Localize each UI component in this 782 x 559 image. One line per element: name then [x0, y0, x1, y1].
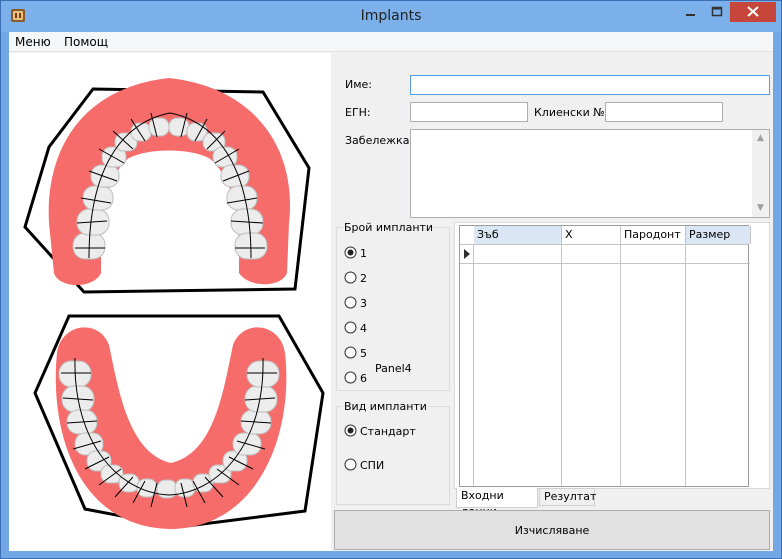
- radio-count-1[interactable]: [344, 246, 357, 259]
- radio-count-4-label[interactable]: 4: [360, 322, 367, 335]
- egn-label: ЕГН:: [345, 106, 371, 119]
- app-window: Implants Меню Помощ Име: ЕГН: Клиенски №…: [0, 0, 782, 559]
- upper-jaw[interactable]: [23, 78, 311, 294]
- jaw-diagram-panel: [9, 53, 331, 551]
- grid-col-divider: [561, 245, 562, 486]
- minimize-button[interactable]: [678, 1, 704, 22]
- patient-form-area: Име: ЕГН: Клиенски № Забележка: ▲ ▼ Брой…: [332, 53, 775, 551]
- grid-col-divider: [620, 245, 621, 486]
- implant-count-title: Брой импланти: [343, 221, 435, 234]
- window-title: Implants: [360, 8, 422, 24]
- table-row[interactable]: [460, 245, 750, 264]
- grid-header-row: Зъб X Пародонт Размер: [460, 226, 751, 245]
- name-label: Име:: [345, 78, 373, 91]
- close-button[interactable]: [730, 2, 776, 22]
- implant-type-title: Вид импланти: [343, 400, 428, 413]
- radio-count-5[interactable]: [344, 346, 357, 359]
- tab-input-data[interactable]: Входни данни: [456, 488, 538, 518]
- grid-col-divider: [685, 245, 686, 486]
- radio-type-spi-label[interactable]: СПИ: [360, 459, 384, 472]
- close-icon: [747, 6, 759, 17]
- egn-input[interactable]: [411, 103, 533, 121]
- grid-header-size[interactable]: Размер: [686, 226, 751, 244]
- note-scrollbar[interactable]: ▲ ▼: [752, 130, 769, 217]
- grid-col-divider: [473, 245, 474, 486]
- current-row-indicator-icon: [464, 249, 470, 259]
- radio-count-6-label[interactable]: 6: [360, 372, 367, 385]
- name-field[interactable]: [410, 75, 775, 95]
- name-input[interactable]: [411, 76, 775, 94]
- menu-item-menu[interactable]: Меню: [15, 35, 51, 49]
- grid-header-periodont[interactable]: Пародонт: [621, 226, 686, 244]
- radio-count-1-label[interactable]: 1: [360, 247, 367, 260]
- radio-count-4[interactable]: [344, 321, 357, 334]
- client-number-field[interactable]: [605, 102, 728, 122]
- scroll-down-icon[interactable]: ▼: [752, 200, 769, 217]
- maximize-button[interactable]: [704, 1, 730, 22]
- scroll-up-icon[interactable]: ▲: [752, 130, 769, 147]
- client-area: Меню Помощ Име: ЕГН: Клиенски № Забележк…: [9, 32, 775, 551]
- lower-jaw[interactable]: [33, 314, 325, 529]
- grid-corner-cell: [460, 226, 475, 244]
- note-field[interactable]: ▲ ▼: [410, 129, 770, 218]
- tab-page-input-data: Зъб X Пародонт Размер: [454, 222, 770, 489]
- menu-item-help[interactable]: Помощ: [64, 35, 108, 49]
- grid-header-x[interactable]: X: [562, 226, 621, 244]
- tab-result[interactable]: Резултат: [539, 488, 596, 506]
- implant-count-group: Брой импланти 1 2 3 4 5 6 Panel4: [336, 221, 450, 391]
- maximize-icon: [711, 6, 723, 17]
- client-number-input[interactable]: [606, 103, 728, 121]
- radio-count-3-label[interactable]: 3: [360, 297, 367, 310]
- menu-bar: Меню Помощ: [9, 32, 773, 52]
- radio-type-standard[interactable]: [344, 424, 357, 437]
- title-bar[interactable]: Implants: [1, 1, 781, 32]
- egn-field[interactable]: [410, 102, 533, 122]
- radio-type-standard-label[interactable]: Стандарт: [360, 425, 416, 438]
- radio-type-spi[interactable]: [344, 458, 357, 471]
- jaw-diagram[interactable]: [9, 53, 331, 551]
- radio-count-5-label[interactable]: 5: [360, 347, 367, 360]
- radio-count-2-label[interactable]: 2: [360, 272, 367, 285]
- radio-count-3[interactable]: [344, 296, 357, 309]
- note-label: Забележка:: [345, 134, 414, 147]
- client-number-label: Клиенски №: [534, 106, 605, 119]
- radio-count-2[interactable]: [344, 271, 357, 284]
- implant-type-group: Вид импланти Стандарт СПИ: [336, 400, 450, 505]
- calculate-button[interactable]: Изчисляване: [334, 510, 770, 550]
- panel4-label: Panel4: [375, 362, 412, 375]
- radio-count-6[interactable]: [344, 371, 357, 384]
- data-grid[interactable]: Зъб X Пародонт Размер: [459, 225, 751, 487]
- grid-header-tooth[interactable]: Зъб: [474, 226, 562, 244]
- minimize-icon: [686, 14, 695, 16]
